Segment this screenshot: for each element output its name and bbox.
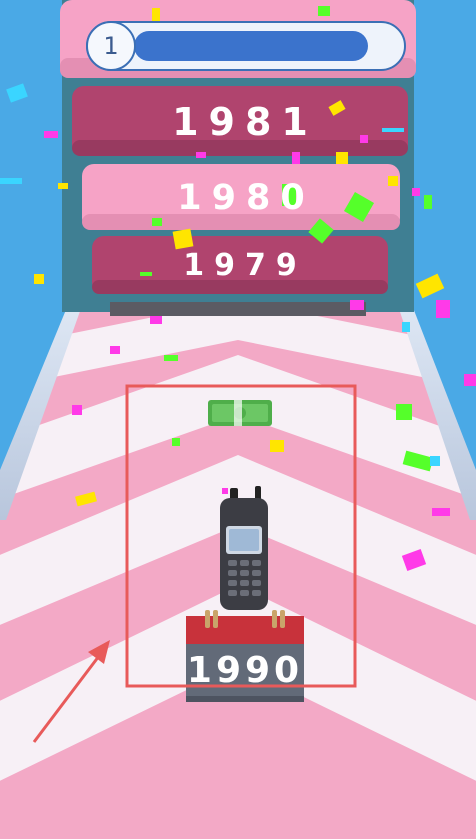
calendar-year-label: 1990: [186, 649, 304, 691]
tower-year-label-1980: 1980: [177, 178, 315, 218]
tower-year-label-1979: 1979: [183, 248, 307, 283]
level-number-badge: 1: [86, 21, 136, 71]
mobile-phone-icon: [220, 486, 268, 610]
tower-year-label-1981: 1981: [172, 100, 318, 144]
cash-bundle-icon: [208, 400, 272, 426]
level-progress-fill: [134, 31, 368, 61]
